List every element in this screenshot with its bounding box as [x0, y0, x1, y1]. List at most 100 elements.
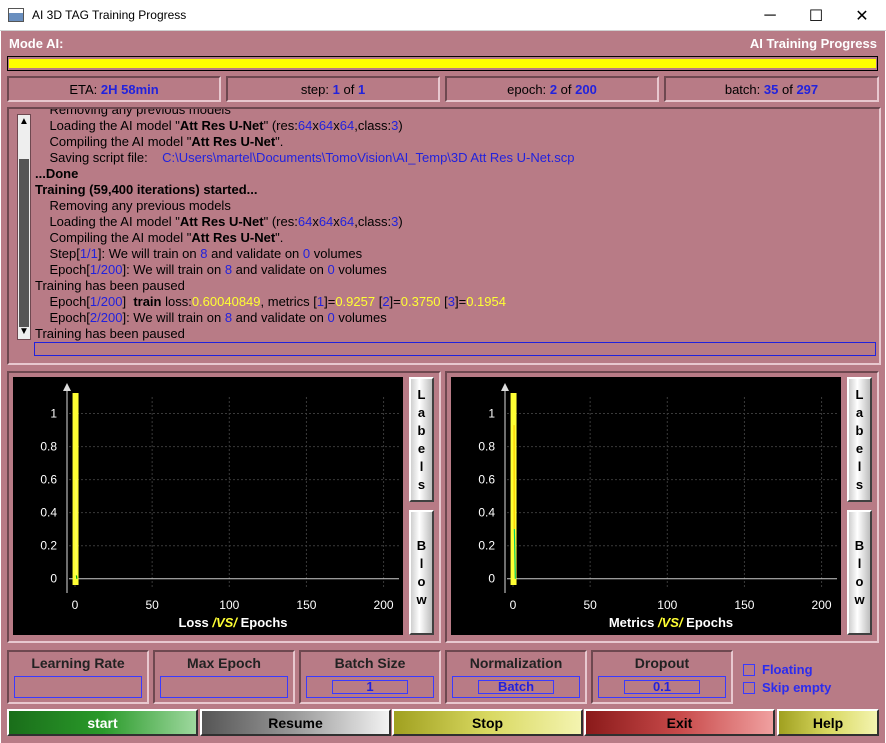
log-segment: " (res: — [263, 118, 298, 133]
x-axis-label-part: /VS/ — [209, 615, 239, 630]
metrics-labels-button[interactable]: Labels — [847, 377, 872, 502]
chart-background — [451, 377, 841, 635]
log-segment: Compiling the AI model " — [35, 134, 192, 149]
chart-background — [13, 377, 403, 635]
log-line: Epoch[1/200]: We will train on 8 and val… — [35, 262, 386, 278]
batch-label: batch: — [724, 81, 761, 97]
loss-blow-button[interactable]: Blow — [409, 510, 434, 635]
normalization-value[interactable]: Batch — [478, 680, 554, 694]
scroll-thumb[interactable] — [19, 159, 29, 327]
log-segment: Epoch[ — [35, 294, 90, 309]
button-letter: b — [417, 422, 426, 438]
client-area: Mode AI: AI Training Progress ETA: 2H 58… — [1, 31, 885, 743]
log-segment: 64 — [339, 118, 355, 133]
log-segment: C:\Users\martel\Documents\TomoVision\AI_… — [162, 150, 575, 165]
floating-checkbox[interactable] — [743, 663, 755, 676]
step-current: 1 — [332, 81, 340, 97]
log-segment: Training has been paused — [35, 326, 185, 341]
window-title-bar: AI 3D TAG Training Progress ─ ☐ ✕ — [0, 0, 886, 31]
normalization-field[interactable]: Batch — [452, 676, 580, 698]
log-line: Compiling the AI model "Att Res U-Net". — [35, 134, 283, 150]
log-segment: 0.9257 — [335, 294, 376, 309]
log-text: Removing any previous models Loading the… — [35, 109, 875, 343]
x-axis-label-part: Metrics — [609, 615, 655, 630]
y-tick-label: 0.6 — [478, 473, 495, 487]
help-button[interactable]: Help — [777, 709, 879, 736]
maximize-button[interactable]: ☐ — [793, 0, 839, 31]
button-letter: a — [417, 404, 426, 420]
dropout-value[interactable]: 0.1 — [624, 680, 700, 694]
log-segment: Loading the AI model " — [35, 118, 180, 133]
learning-rate-field[interactable] — [14, 676, 142, 698]
log-segment: 8 — [224, 310, 233, 325]
log-segment: [ — [440, 294, 448, 309]
x-axis-label: Metrics /VS/ Epochs — [609, 615, 733, 630]
exit-button[interactable]: Exit — [584, 709, 775, 736]
log-segment: ...Done — [35, 166, 79, 181]
log-segment: 1/200 — [89, 294, 123, 309]
y-tick-label: 0.8 — [40, 440, 57, 454]
skip-empty-option[interactable]: Skip empty — [743, 680, 831, 695]
batch-size-box: Batch Size 1 — [299, 650, 441, 704]
button-letter: s — [417, 476, 426, 492]
log-segment: ] — [122, 294, 134, 309]
log-line: Training has been paused — [35, 326, 185, 342]
skip-empty-label[interactable]: Skip empty — [762, 680, 831, 695]
batch-size-field[interactable]: 1 — [306, 676, 434, 698]
y-tick-label: 1 — [50, 407, 57, 421]
log-scrollbar[interactable]: ▲ ▼ — [17, 114, 31, 340]
resume-button[interactable]: Resume — [200, 709, 391, 736]
max-epoch-box: Max Epoch — [153, 650, 295, 704]
step-label: step: — [300, 81, 329, 97]
log-segment: ) — [398, 214, 403, 229]
loss-labels-button[interactable]: Labels — [409, 377, 434, 502]
x-tick-label: 50 — [583, 598, 597, 612]
close-button[interactable]: ✕ — [839, 0, 885, 31]
start-button[interactable]: start — [7, 709, 198, 736]
floating-option[interactable]: Floating — [743, 662, 813, 677]
batch-size-value[interactable]: 1 — [332, 680, 408, 694]
metrics-chart-panel: 0 50 100 150 200 0 0.2 0.4 0.6 0.8 1 Metrics /VS/ E… — [445, 371, 879, 643]
x-axis-label-part: Epochs — [237, 615, 288, 630]
log-segment: Saving script file: — [35, 150, 163, 165]
log-segment: ,class: — [354, 214, 392, 229]
max-epoch-label: Max Epoch — [187, 655, 261, 671]
x-tick-label: 150 — [296, 598, 316, 612]
skip-empty-checkbox[interactable] — [743, 681, 755, 694]
y-tick-label: 0.4 — [478, 506, 495, 520]
batch-total: 297 — [796, 81, 819, 97]
metrics-blow-button[interactable]: Blow — [847, 510, 872, 635]
log-segment: volumes — [310, 246, 363, 261]
floating-label[interactable]: Floating — [762, 662, 813, 677]
button-letter: w — [416, 591, 427, 607]
eta-label: ETA: — [69, 81, 98, 97]
log-panel: ▲ ▼ Removing any previous models Loading… — [7, 107, 881, 365]
current-epoch-marker — [510, 393, 517, 585]
stop-button[interactable]: Stop — [392, 709, 583, 736]
max-epoch-field[interactable] — [160, 676, 288, 698]
button-letter: B — [416, 537, 427, 553]
log-line: Loading the AI model "Att Res U-Net" (re… — [35, 118, 402, 134]
y-tick-label: 0.2 — [40, 539, 57, 553]
batch-size-label: Batch Size — [334, 655, 406, 671]
log-segment: volumes — [334, 310, 387, 325]
x-tick-label: 100 — [657, 598, 677, 612]
log-segment: 64 — [297, 118, 313, 133]
log-line: Removing any previous models — [35, 109, 230, 118]
scroll-up-icon[interactable]: ▲ — [18, 115, 30, 129]
button-letter: B — [854, 537, 865, 553]
log-line: Saving script file: C:\Users\martel\Docu… — [35, 150, 574, 166]
dropout-field[interactable]: 0.1 — [598, 676, 726, 698]
log-segment: train — [133, 294, 162, 309]
scroll-down-icon[interactable]: ▼ — [18, 325, 30, 339]
log-segment: 1/200 — [89, 262, 123, 277]
x-tick-label: 200 — [374, 598, 394, 612]
x-tick-label: 0 — [510, 598, 517, 612]
log-segment: 0.60040849 — [191, 294, 261, 309]
minimize-button[interactable]: ─ — [747, 0, 793, 31]
log-segment: 64 — [318, 118, 334, 133]
log-line: Training (59,400 iterations) started... — [35, 182, 258, 198]
y-tick-label: 0.4 — [40, 506, 57, 520]
epoch-label: epoch: — [507, 81, 547, 97]
log-segment: ]: We will train on — [122, 262, 225, 277]
